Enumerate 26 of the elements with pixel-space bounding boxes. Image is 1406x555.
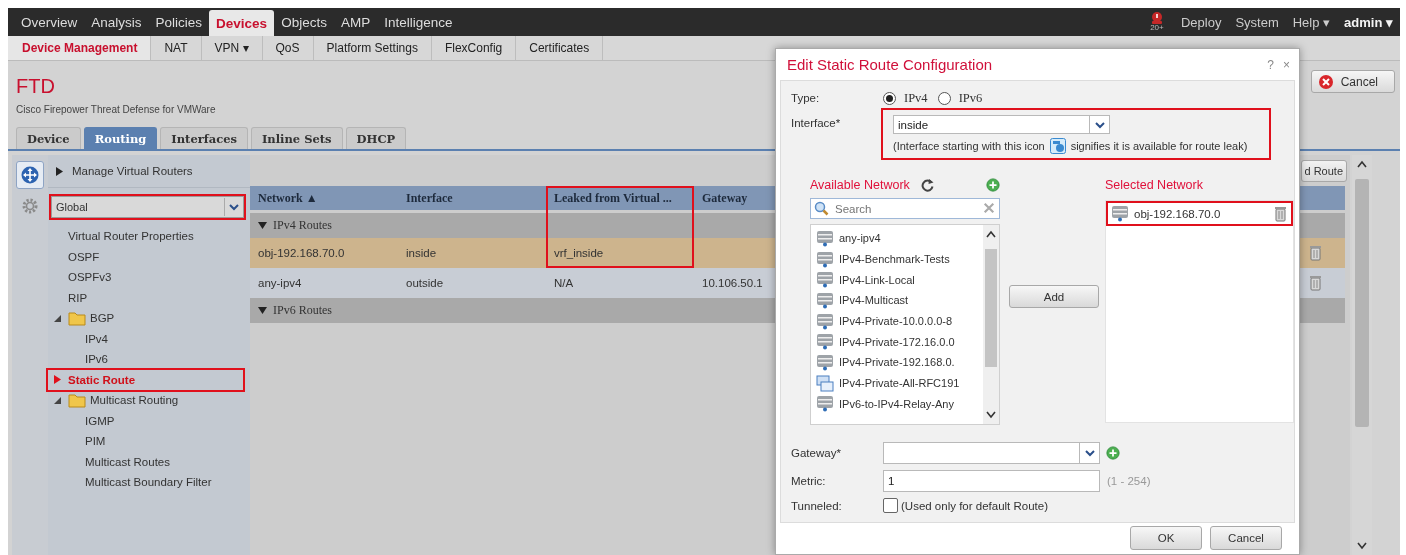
gateway-cell: 10.106.50.1	[702, 277, 763, 289]
section-title: Selected Network	[1105, 178, 1203, 192]
leaked-from-cell: N/A	[554, 277, 574, 289]
group-label: IPv6 Routes	[273, 303, 332, 318]
field-label: Type:	[790, 92, 821, 104]
hint-text: signifies it is available for route leak)	[1070, 140, 1248, 152]
checkbox-label: (Used only for default Route)	[901, 499, 1049, 512]
radio-label: IPv4	[904, 90, 928, 106]
dialog-title: Edit Static Route Configuration	[787, 56, 994, 73]
interface-cell: outside	[406, 277, 444, 289]
hint-text: (Interface starting with this icon	[893, 140, 1045, 152]
group-label: IPv4 Routes	[273, 218, 332, 233]
leaked-from-cell: vrf_inside	[554, 247, 604, 259]
section-title: Available Network	[810, 178, 910, 192]
field-label: Interface*	[790, 117, 842, 129]
network-cell: obj-192.168.70.0	[258, 247, 345, 259]
radio-label: IPv6	[958, 90, 983, 106]
section-title: Manage Virtual Routers	[72, 165, 193, 177]
network-cell: any-ipv4	[258, 277, 302, 289]
device-description: Cisco Firepower Threat Defense for VMWare	[16, 104, 217, 115]
field-label: Tunneled:	[790, 499, 843, 512]
alert-count: 20+	[1150, 24, 1164, 32]
field-label: Gateway*	[790, 447, 842, 459]
range-hint: (1 - 254)	[1107, 475, 1151, 487]
interface-cell: inside	[406, 247, 437, 259]
field-label: Metric:	[790, 475, 827, 487]
